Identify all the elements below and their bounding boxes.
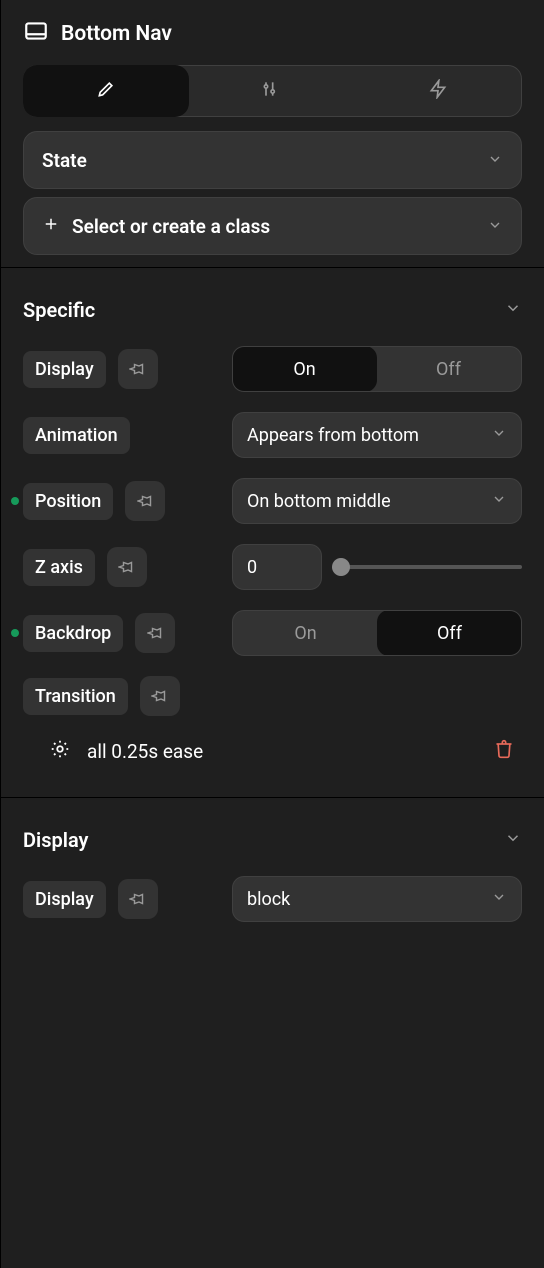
pin-button[interactable]: [125, 481, 165, 521]
inspector-panel: Bottom Nav: [1, 0, 544, 952]
section-display-header[interactable]: Display: [1, 808, 544, 866]
label-backdrop: Backdrop: [23, 615, 123, 652]
chevron-down-icon: [491, 425, 507, 446]
class-dropdown-label: Select or create a class: [72, 215, 270, 238]
row-zaxis: Z axis 0: [1, 534, 544, 600]
slider-thumb[interactable]: [332, 558, 350, 576]
display-toggle-off[interactable]: Off: [376, 347, 521, 391]
row-display2: Display block: [1, 866, 544, 932]
display-prop-select[interactable]: block: [232, 876, 522, 922]
section-display: Display Display block: [1, 798, 544, 952]
chevron-down-icon: [491, 491, 507, 512]
row-animation: Animation Appears from bottom: [1, 402, 544, 468]
pin-button[interactable]: [118, 879, 158, 919]
label-display: Display: [23, 351, 106, 388]
label-transition: Transition: [23, 678, 128, 715]
section-display-title: Display: [23, 828, 88, 852]
transition-icon: [49, 738, 71, 765]
transition-value[interactable]: all 0.25s ease: [87, 740, 203, 763]
position-select-value: On bottom middle: [247, 491, 391, 512]
pencil-icon: [96, 79, 116, 104]
row-backdrop: Backdrop On Off: [1, 600, 544, 666]
pin-button[interactable]: [118, 349, 158, 389]
pin-button[interactable]: [107, 547, 147, 587]
transition-entry: all 0.25s ease: [1, 726, 544, 777]
chevron-down-icon: [487, 149, 503, 172]
row-transition: Transition: [1, 666, 544, 726]
state-dropdown-label: State: [42, 149, 87, 172]
class-dropdown[interactable]: Select or create a class: [23, 197, 522, 255]
plus-icon: [42, 215, 60, 238]
zaxis-slider[interactable]: [332, 557, 522, 577]
bottom-nav-icon: [23, 18, 49, 49]
override-indicator: [11, 497, 19, 505]
delete-transition-button[interactable]: [494, 739, 514, 764]
chevron-down-icon: [504, 828, 522, 852]
backdrop-toggle-on[interactable]: On: [233, 611, 378, 655]
label-zaxis: Z axis: [23, 549, 95, 586]
row-position: Position On bottom middle: [1, 468, 544, 534]
label-animation: Animation: [23, 417, 130, 454]
tab-actions[interactable]: [355, 66, 521, 116]
slider-track: [332, 565, 522, 569]
row-display: Display On Off: [1, 336, 544, 402]
sliders-icon: [261, 79, 281, 104]
chevron-down-icon: [491, 889, 507, 910]
label-position: Position: [23, 483, 113, 520]
section-specific: Specific Display On Off Animation: [1, 268, 544, 798]
backdrop-toggle[interactable]: On Off: [232, 610, 522, 656]
backdrop-toggle-off[interactable]: Off: [377, 610, 522, 656]
tab-settings[interactable]: [188, 66, 354, 116]
animation-select-value: Appears from bottom: [247, 425, 419, 446]
element-title: Bottom Nav: [61, 22, 172, 46]
position-select[interactable]: On bottom middle: [232, 478, 522, 524]
chevron-down-icon: [504, 298, 522, 322]
state-dropdown[interactable]: State: [23, 131, 522, 189]
pin-button[interactable]: [135, 613, 175, 653]
pin-button[interactable]: [140, 676, 180, 716]
animation-select[interactable]: Appears from bottom: [232, 412, 522, 458]
chevron-down-icon: [487, 215, 503, 238]
display-toggle-on[interactable]: On: [232, 346, 377, 392]
section-specific-header[interactable]: Specific: [1, 278, 544, 336]
label-display2: Display: [23, 881, 106, 918]
zaxis-value: 0: [247, 557, 257, 578]
element-header: Bottom Nav: [1, 0, 544, 61]
zaxis-input[interactable]: 0: [232, 544, 322, 590]
display-toggle[interactable]: On Off: [232, 346, 522, 392]
section-specific-title: Specific: [23, 298, 95, 322]
display-prop-value: block: [247, 889, 290, 910]
tab-edit[interactable]: [23, 65, 189, 117]
override-indicator: [11, 629, 19, 637]
mode-tabs: [23, 65, 522, 117]
lightning-icon: [428, 79, 448, 104]
